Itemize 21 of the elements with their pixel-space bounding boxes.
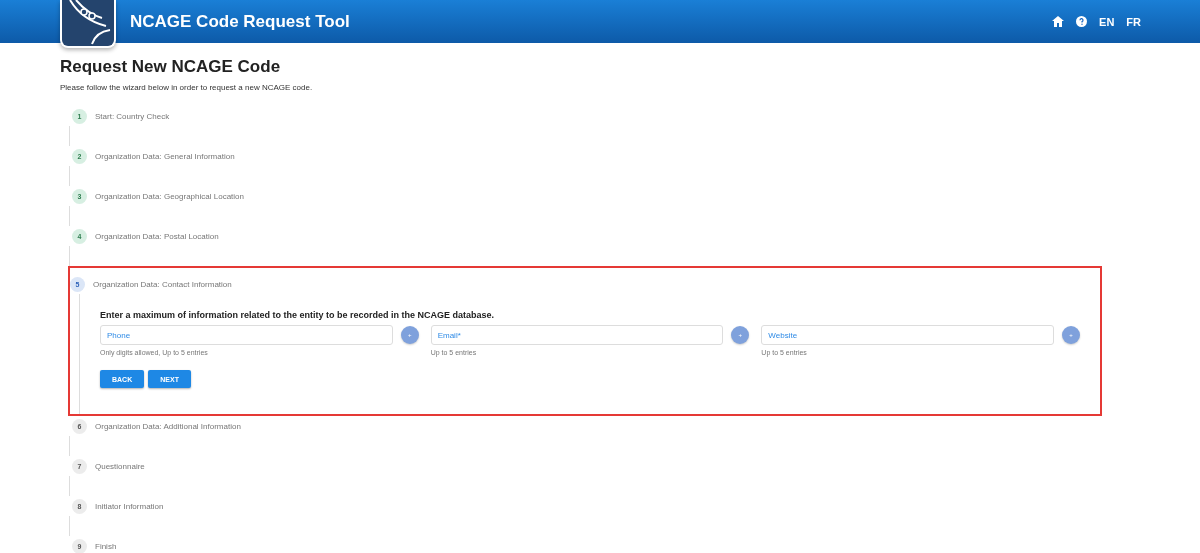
help-icon[interactable] [1076,16,1088,27]
step-label[interactable]: Start: Country Check [95,111,170,121]
input-field[interactable]: Website [761,325,1054,345]
step-label[interactable]: Organization Data: Contact Information [93,279,232,289]
step-label[interactable]: Organization Data: Postal Location [95,231,219,241]
language-link[interactable]: FR [1126,15,1141,28]
step-label[interactable]: Initiator Information [95,501,164,511]
app-title: NCAGE Code Request Tool [130,11,351,32]
home-icon[interactable] [1052,16,1065,27]
logo-icon [60,0,116,48]
step-label[interactable]: Organization Data: Additional Information [95,421,241,431]
page-title: Request New NCAGE Code [60,57,282,77]
language-link[interactable]: EN [1099,15,1115,28]
step-label[interactable]: Organization Data: Geographical Location [95,191,244,201]
input-field[interactable]: Phone [100,325,393,345]
step-label[interactable]: Organization Data: General Information [95,151,235,161]
step-label[interactable]: Finish [95,541,117,551]
step-instruction: Enter a maximum of information related to the entity to be recorded in the NCAGE database. [100,310,496,320]
input-field[interactable]: Email* [430,325,724,345]
step-label[interactable]: Questionnaire [95,461,145,471]
page-intro: Please follow the wizard below in order to request a new NCAGE code. [60,83,314,92]
